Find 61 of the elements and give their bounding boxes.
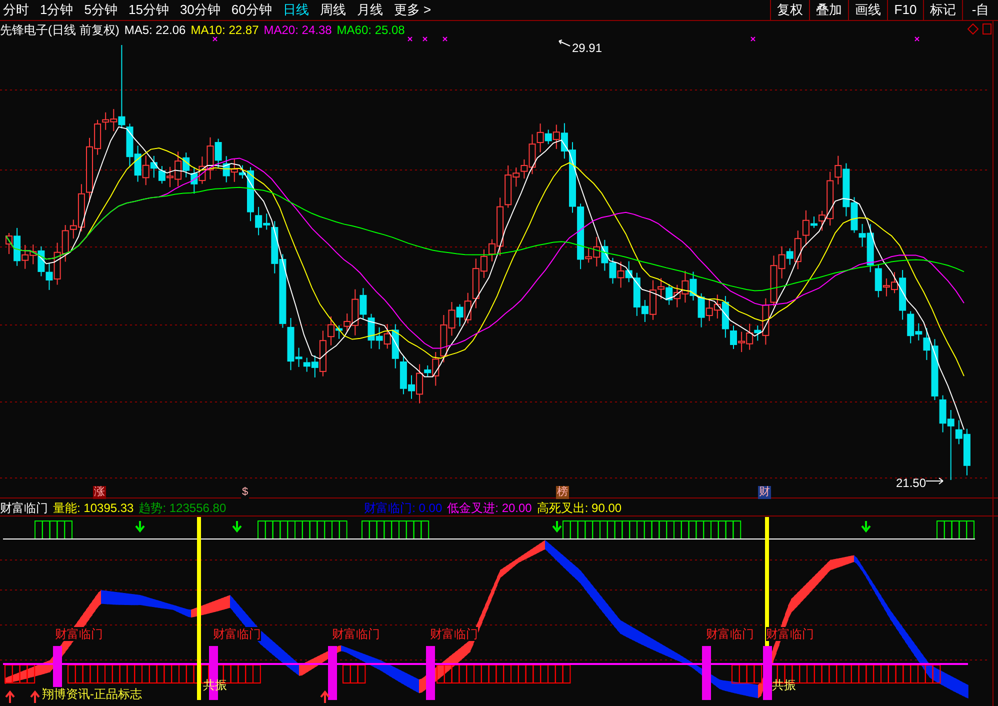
cross-mark-icon [212,36,218,42]
signal-bar [702,646,711,700]
cross-mark-icon [442,36,448,42]
period-tab[interactable]: 60分钟 [231,0,272,20]
period-tab[interactable]: 15分钟 [128,0,169,20]
toolbar-button[interactable]: 叠加 [809,0,848,20]
indicator-value: 财富临门: 0.00 [364,501,442,516]
high-arrow-icon [558,40,570,46]
cross-mark-icon [422,36,428,42]
diamond-icon[interactable] [967,23,979,35]
toolbar-button[interactable]: 标记 [923,0,962,20]
indicator-value: 趋势: 123556.80 [138,501,226,516]
toolbar-button[interactable]: 画线 [848,0,887,20]
signal-bar [426,646,435,700]
down-arrow-icon [552,520,562,533]
panel-icon[interactable] [982,24,992,34]
event-marker: 涨 [93,486,106,499]
signal-label: 财富临门 [430,627,478,641]
down-arrow-icon [232,520,242,533]
period-tab[interactable]: 周线 [320,0,346,20]
chart-title: 先锋电子(日线 前复权) [0,22,120,39]
indicator-value: 财富临门 [0,501,48,516]
period-tab[interactable]: 日线 [282,0,309,20]
up-arrow-icon [30,690,40,704]
signal-label: 财富临门 [766,627,814,641]
indicator-value: 高死叉出: 90.00 [536,501,622,516]
ma-value: MA5: 22.06 [124,22,186,39]
toolbar-button[interactable]: -自 [962,0,998,20]
signal-label: 财富临门 [213,627,261,641]
ma-value: MA60: 25.08 [336,22,405,39]
ma-value: MA20: 24.38 [264,22,332,39]
period-tab[interactable]: 30分钟 [180,0,220,20]
up-arrow-icon [320,690,330,704]
signal-label: 财富临门 [55,627,103,641]
event-marker: 财 [758,486,771,499]
cross-mark-icon [914,36,920,42]
period-tab[interactable]: 分时 [3,0,29,20]
low-price-label: 21.50 [896,475,926,492]
toolbar-button[interactable]: 复权 [770,0,809,20]
indicator-value: 量能: 10395.33 [53,501,134,516]
signal-label: 财富临门 [706,627,754,641]
period-tab[interactable]: 更多 > [394,0,432,20]
toolbar-button[interactable]: F10 [887,0,923,20]
cross-mark-icon [750,36,756,42]
ma-value: MA10: 22.87 [190,22,259,39]
down-arrow-icon [135,520,145,533]
indicator-value: 低金叉进: 20.00 [447,501,532,516]
cross-mark-icon [408,36,412,42]
event-marker: 榜 [556,486,569,499]
brand-text: 翔博资讯-正品标志 [42,687,142,701]
period-tab[interactable]: 5分钟 [84,0,118,20]
signal-label: 财富临门 [332,627,380,641]
up-arrow-icon [5,690,15,704]
low-arrow-icon [926,478,944,484]
period-tab[interactable]: 1分钟 [40,0,74,20]
signal-bar [763,646,772,700]
signal-bar [328,646,337,700]
period-tab[interactable]: 月线 [356,0,383,20]
event-marker: $ [241,486,250,499]
high-price-label: 29.91 [572,40,602,57]
down-arrow-icon [861,520,871,533]
